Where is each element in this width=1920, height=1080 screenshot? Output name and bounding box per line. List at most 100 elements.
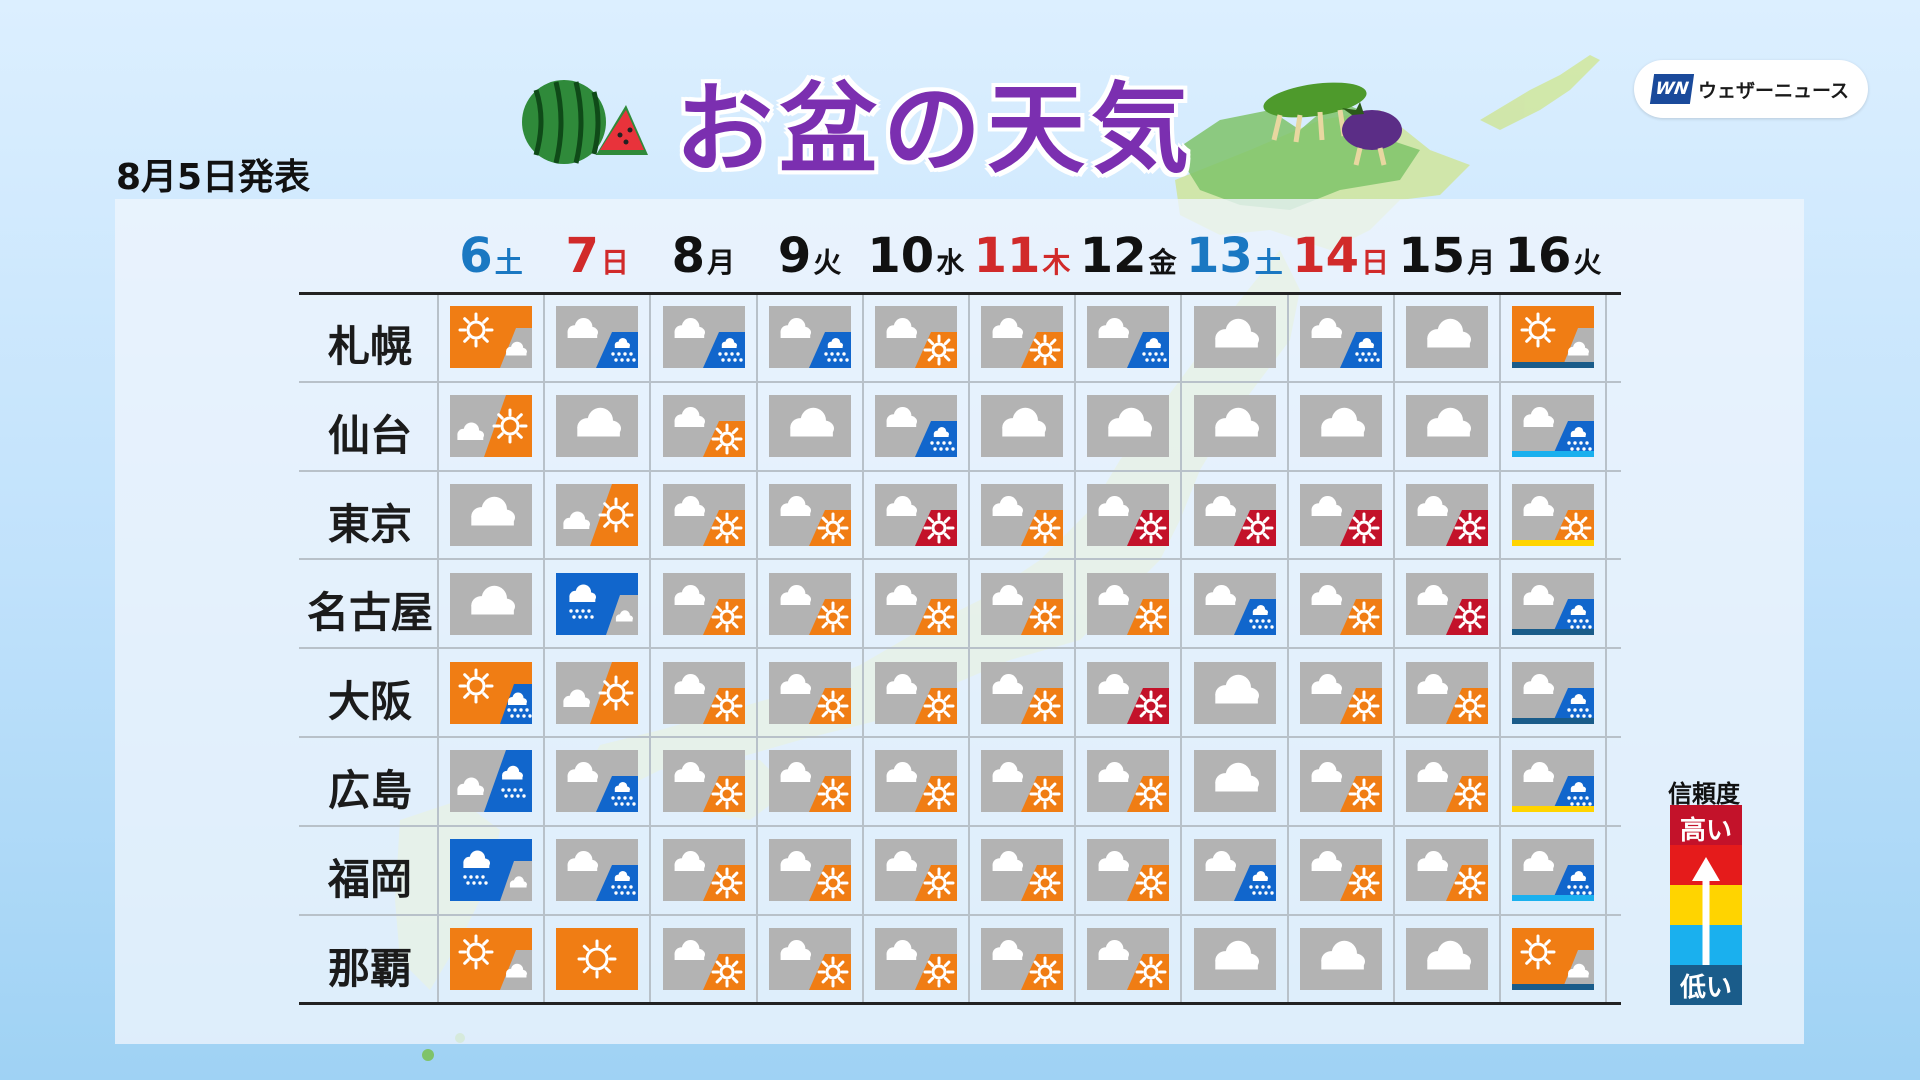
weather-icon-cloudy-then-hot [1299, 484, 1382, 546]
weather-icon-svg [1193, 661, 1276, 724]
weather-icon-cloudy-then-sunny [1087, 750, 1170, 813]
weather-icon-svg [1405, 395, 1488, 458]
issued-date: 8月5日発表 [116, 157, 311, 198]
weather-icon-cloudy-then-sunny [1405, 750, 1488, 813]
grid-hline [299, 736, 1621, 738]
weather-icon-svg [556, 839, 639, 902]
city-name: 仙台 [327, 410, 412, 460]
weather-icon-cloudy-then-rain [662, 306, 745, 369]
weather-icon-cloudy-then-rain-blue [450, 750, 533, 813]
weather-icon-cloudy-then-rain [768, 306, 851, 369]
weather-icon-cloudy-then-hot [1193, 484, 1276, 546]
weather-icon-cloudy-then-rain [1193, 839, 1276, 902]
weather-icon-svg [768, 839, 851, 902]
weather-icon-cloudy-then-rain [1087, 306, 1170, 369]
weather-icon-cloudy-then-sunny [662, 572, 745, 635]
weather-icon-cloudy-then-sunny [1512, 484, 1595, 546]
weather-icon-cloudy-then-rain [1512, 661, 1595, 724]
weather-icon-cloudy-then-sunny [981, 572, 1064, 635]
weather-icon-svg [1512, 306, 1595, 369]
weather-icon-cloudy-then-sunny-orange [450, 395, 533, 458]
weather-icon-cloudy-then-sunny [1087, 572, 1170, 635]
reliability-low-label: 低い [1679, 973, 1732, 1003]
weather-icon-cloudy [1193, 661, 1276, 724]
weather-icon-svg [874, 661, 957, 724]
day-number: 15 [1398, 228, 1466, 284]
weather-icon-svg [1087, 928, 1170, 990]
reliability-high-label: 高い [1679, 816, 1732, 846]
weather-icon-svg [768, 661, 851, 724]
weather-icon-cloudy [1405, 928, 1488, 990]
day-weekday: 日 [1360, 246, 1389, 279]
weather-icon-svg [1405, 484, 1488, 546]
day-weekday: 木 [1042, 246, 1071, 279]
day-header: 15月 [1394, 228, 1500, 284]
weather-icon-cloudy-then-rain [1512, 572, 1595, 635]
weather-icon-sunny-then-cloudy [450, 928, 533, 990]
weather-icon-svg [768, 928, 851, 990]
grid-hline [299, 380, 1621, 383]
day-number: 8 [671, 228, 706, 284]
weather-icon-svg [874, 928, 957, 990]
weather-icon-svg [662, 839, 745, 902]
day-header: 7日 [544, 228, 650, 284]
grid-hline [299, 469, 1621, 472]
weather-icon-svg [556, 661, 639, 724]
page-title: お盆の天気 [675, 73, 1196, 187]
weather-icon-cloudy-then-hot [1405, 572, 1488, 635]
weather-icon-sunny-then-rain [450, 661, 533, 724]
weather-icon-svg [450, 572, 533, 635]
weather-icon-cloudy [1193, 750, 1276, 813]
city-name: 東京 [327, 499, 412, 549]
weather-icon-svg [1087, 572, 1170, 635]
weather-icon-cloudy [768, 395, 851, 458]
weather-icon-cloudy-then-hot [1405, 484, 1488, 546]
day-header: 13土 [1181, 228, 1287, 284]
weather-icon-svg [981, 572, 1064, 635]
weather-icon-svg [1087, 395, 1170, 458]
city-name: 名古屋 [306, 588, 433, 638]
weather-icon-cloudy [1299, 395, 1382, 458]
day-weekday: 火 [813, 246, 842, 279]
weather-icon-svg [1087, 306, 1170, 369]
day-weekday: 火 [1573, 246, 1602, 279]
weather-icon-sunny-then-cloudy [1512, 928, 1595, 990]
weather-icon-cloudy-then-sunny [662, 395, 745, 458]
weather-icon-svg [1299, 661, 1382, 724]
weather-icon-svg [1299, 839, 1382, 902]
weather-icon-svg [981, 395, 1064, 458]
city-name: 大阪 [327, 677, 412, 727]
weather-icon-svg [1405, 572, 1488, 635]
weather-icon-cloudy-then-sunny [1087, 928, 1170, 990]
weather-icon-cloudy-then-sunny [662, 484, 745, 546]
day-weekday: 月 [1467, 246, 1496, 279]
grid-hline [299, 913, 1621, 916]
weather-icon-cloudy-then-sunny [981, 750, 1064, 813]
weather-icon-rain-then-cloudy [556, 572, 639, 635]
weather-icon-cloudy-then-sunny [768, 484, 851, 546]
weather-icon-cloudy-then-sunny [1299, 839, 1382, 902]
weather-icon-svg [1193, 306, 1276, 369]
city-name: 那覇 [327, 943, 412, 993]
weather-icon-svg [1299, 572, 1382, 635]
weather-icon-svg [1405, 306, 1488, 369]
day-header: 16火 [1500, 228, 1606, 284]
weather-icon-cloudy-then-sunny [874, 306, 957, 369]
weather-icon-cloudy-then-sunny [768, 928, 851, 990]
day-number: 12 [1079, 228, 1147, 284]
weather-icon-svg [1512, 750, 1595, 813]
weather-icon-svg [662, 572, 745, 635]
weather-icon-svg [1512, 572, 1595, 635]
weather-icon-svg [768, 750, 851, 813]
weather-icon-cloudy-then-sunny [662, 928, 745, 990]
weather-icon-cloudy-then-sunny [1299, 572, 1382, 635]
weather-icon-svg [556, 928, 639, 990]
weather-icon-cloudy [1299, 928, 1382, 990]
cucumber-eggplant-icon [1263, 82, 1402, 166]
day-header: 10水 [863, 228, 969, 284]
weather-icon-svg [450, 306, 533, 369]
weather-icon-cloudy-then-sunny [874, 661, 957, 724]
weather-icon-svg [768, 395, 851, 458]
weather-icon-svg [874, 395, 957, 458]
weather-icon-cloudy-then-sunny [874, 572, 957, 635]
